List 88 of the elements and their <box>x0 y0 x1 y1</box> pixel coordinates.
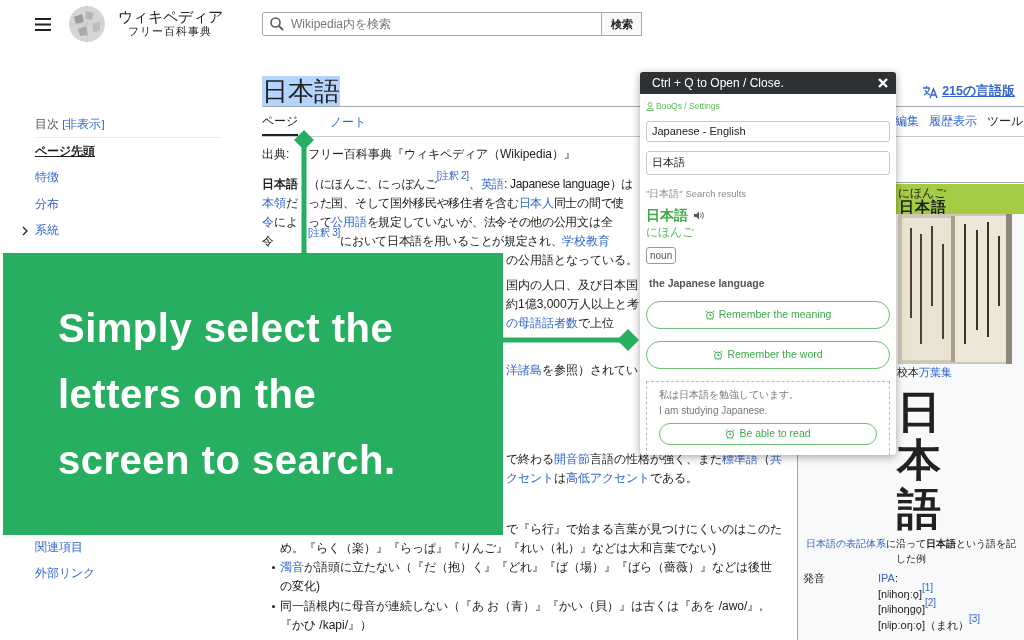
alarm-clock-icon <box>725 428 736 439</box>
link[interactable]: 万葉集 <box>919 366 952 378</box>
hide-link[interactable]: [非表示] <box>62 118 105 130</box>
footnote-link[interactable]: [注釈 3] <box>308 227 341 238</box>
languages-button[interactable]: 215の言語版 <box>922 82 1024 101</box>
text-fragment: った国、そして国外移民や移住者を含む 日本人同士の間で使 <box>308 195 624 212</box>
part-of-speech-tag: noun <box>646 246 677 264</box>
link[interactable]: クセント <box>506 468 554 488</box>
remember-button[interactable]: Remember the word <box>646 340 890 369</box>
link[interactable]: 洋諸島 <box>506 361 542 380</box>
caption-line: した例 <box>895 552 927 567</box>
site-wordmark: ウィキペディア <box>116 9 224 27</box>
person-icon <box>646 101 654 111</box>
bullet-icon <box>272 565 275 569</box>
toc-item[interactable]: 特徴 <box>35 169 59 187</box>
close-icon[interactable] <box>878 78 888 88</box>
toc-item[interactable]: 系統 <box>35 222 59 240</box>
footnote-link[interactable]: [注釈 2] <box>436 170 469 181</box>
field-label: 発音 <box>802 571 826 587</box>
text-line: クセント は高低アクセント である。 <box>506 468 698 488</box>
search-field[interactable]: Wikipedia内を検索 <box>262 12 602 36</box>
footnote-link[interactable]: [2] <box>925 597 937 609</box>
search-button[interactable]: 検索 <box>602 12 642 36</box>
example-translation: I am studying Japanese. <box>659 404 769 417</box>
field-value: IPA: <box>878 571 898 587</box>
link[interactable]: IPA <box>878 572 895 585</box>
toc-item[interactable]: ページ先頭 <box>35 142 95 160</box>
link[interactable]: 学校教育 <box>562 234 610 248</box>
bullet-icon <box>272 604 275 608</box>
toc-item[interactable]: 関連項目 <box>35 538 83 556</box>
toc-item[interactable]: 外部リンク <box>35 565 95 583</box>
text-line: で『ら行』で始まる言葉が見つけにくいのはこのた <box>506 520 782 538</box>
list-item: 濁音が語頭に立たない（『だ（抱）く』『どれ』『ば（場）』『ばら（薔薇）』などは後世の変化) <box>280 558 773 595</box>
chevron-icon[interactable] <box>21 225 29 236</box>
text-line: の母語話者数で上位 <box>506 314 614 333</box>
text-fragment: 令 <box>262 233 275 250</box>
footnote-link[interactable]: [3] <box>969 612 981 624</box>
banner-text: Simply select the letters on the screen to search. <box>58 305 397 484</box>
text-line: め。『らく（楽）』『らっぱ』『りんご』『れい（礼）』などは大和言葉でない) <box>280 539 717 557</box>
text-fragment: 本領だ <box>262 195 297 212</box>
page-action-link[interactable]: ツール <box>987 107 1023 136</box>
page-title: 日本語 <box>262 76 340 106</box>
language-select[interactable]: Japanese - English <box>646 120 890 142</box>
toc-item[interactable]: 分布 <box>35 195 59 213</box>
search-icon <box>270 17 284 31</box>
text-line: 国内の人口、及び日本国 <box>506 277 638 294</box>
link[interactable]: 日本語の表記体系 <box>806 538 886 550</box>
globe-icon[interactable] <box>68 5 106 43</box>
entry-reading: にほんご <box>646 224 695 239</box>
translate-icon <box>922 84 939 99</box>
link[interactable]: 日本人 <box>518 196 554 210</box>
calligraphy-text: 日本語 <box>897 388 941 534</box>
speaker-icon[interactable] <box>694 211 705 220</box>
remember-button[interactable]: Be able to read <box>659 422 877 445</box>
remember-button[interactable]: Remember the meaning <box>646 300 890 329</box>
source-note: フリー百科事典『ウィキペディア（Wikipedia）』 <box>308 147 577 161</box>
site-tagline: フリー百科事典 <box>127 26 213 39</box>
link[interactable]: 開音節 <box>554 449 590 469</box>
list-item: 同一語根内に母音が連続しない（『あ お（青）』『かい（貝）』は古くは『あを /awo/』, 『かひ /kapi/』） <box>280 597 764 634</box>
link[interactable]: 令 <box>262 215 274 229</box>
text-line: の公用語となっている。 <box>506 252 638 269</box>
text-fragment: 令によ <box>262 214 297 231</box>
results-label: "日本語" Search results <box>646 187 748 200</box>
page-action-link[interactable]: 履歴表示 <box>929 107 977 136</box>
link[interactable]: 公用語 <box>331 215 367 229</box>
alarm-clock-icon <box>704 309 715 320</box>
link[interactable]: の母語話者数 <box>506 314 578 333</box>
tab[interactable]: ページ <box>262 107 298 136</box>
search-input[interactable]: 日本語 <box>646 150 890 175</box>
tab[interactable]: ノート <box>330 107 366 136</box>
toc-title: 目次 <box>35 118 60 130</box>
entry-meaning: the Japanese language <box>648 275 766 290</box>
alarm-clock-icon <box>713 349 724 360</box>
footnote-link[interactable]: [1] <box>921 581 934 593</box>
text-line: 約1億3,000万人以上と考 <box>506 296 639 313</box>
example-sentence: 私は日本語を勉強しています。 <box>659 388 800 401</box>
popup-title: Ctrl + Q to Open / Close. <box>652 75 784 92</box>
link[interactable]: 英語 <box>480 177 504 191</box>
link[interactable]: 濁音 <box>280 559 304 574</box>
text-fragment: 日本語 <box>262 176 297 193</box>
link[interactable]: 本領 <box>262 196 286 210</box>
menu-icon[interactable] <box>35 17 51 31</box>
text-line: 洋諸島を参照）されてい <box>506 361 638 380</box>
caption-line: 日本語の表記体系に沿って日本語という語を記 <box>805 537 1017 552</box>
source-note: 出典: <box>262 147 291 161</box>
entry-word: 日本語 <box>646 207 688 224</box>
link[interactable]: 高低アクセント <box>566 468 650 488</box>
text-fragment: って公用語を規定していないが、法令その他の公用文は全 <box>308 214 613 229</box>
